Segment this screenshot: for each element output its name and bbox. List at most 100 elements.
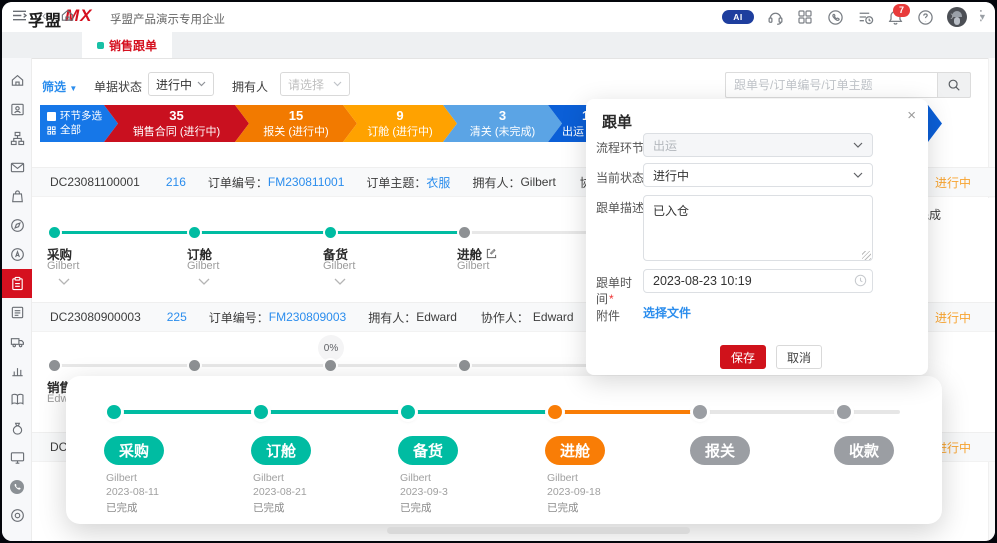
tab-more-icon[interactable]: ⋮ bbox=[974, 2, 988, 28]
time-field-label-2: 间* bbox=[596, 290, 614, 307]
order-id: DC23080900003 bbox=[50, 310, 141, 324]
sidebar-item-assistant[interactable] bbox=[2, 240, 32, 269]
search-input[interactable] bbox=[725, 72, 937, 98]
progress-bubble: 0% bbox=[318, 335, 344, 361]
edit-icon[interactable] bbox=[486, 248, 497, 259]
home-tab-icon[interactable] bbox=[60, 2, 75, 28]
notification-count-badge: 7 bbox=[893, 4, 910, 17]
sidebar-item-documents[interactable] bbox=[2, 298, 32, 327]
order-days-link[interactable]: 225 bbox=[167, 310, 187, 324]
step-dot[interactable] bbox=[459, 360, 470, 371]
owner-value: Edward bbox=[416, 310, 457, 324]
card-line bbox=[114, 410, 261, 414]
expand-step-icon[interactable] bbox=[334, 278, 346, 285]
card-step-person: Gilbert bbox=[253, 472, 284, 484]
stage-clearance[interactable]: 3清关 (未完成) bbox=[443, 105, 562, 142]
stage-customs[interactable]: 15报关 (进行中) bbox=[235, 105, 357, 142]
card-step-pill[interactable]: 采购 bbox=[104, 436, 164, 465]
card-step-pill[interactable]: 备货 bbox=[398, 436, 458, 465]
sidebar-item-monitor[interactable] bbox=[2, 443, 32, 472]
save-button[interactable]: 保存 bbox=[720, 345, 766, 369]
owner-filter-select[interactable]: 请选择 bbox=[280, 72, 350, 96]
order-no-link[interactable]: FM230811001 bbox=[268, 175, 345, 189]
sidebar-item-logistics[interactable] bbox=[2, 327, 32, 356]
sidebar-item-whatsapp[interactable] bbox=[2, 472, 32, 501]
card-step-status: 已完成 bbox=[400, 500, 432, 515]
description-textarea[interactable]: 已入仓 bbox=[643, 195, 873, 261]
checkbox[interactable] bbox=[47, 112, 56, 121]
stage-sales-contract[interactable]: 35销售合同 (进行中) bbox=[104, 105, 249, 142]
help-icon[interactable] bbox=[917, 9, 934, 26]
nav-back-icon[interactable]: ‹ bbox=[42, 2, 47, 28]
card-line bbox=[844, 410, 900, 414]
order-days-link[interactable]: 216 bbox=[166, 175, 186, 189]
stage-multi-select[interactable]: 环节多选 全部 bbox=[40, 105, 118, 142]
chevron-down-icon bbox=[197, 81, 206, 87]
order-no-label: 订单编号： bbox=[209, 309, 269, 326]
card-step-pill[interactable]: 进舱 bbox=[545, 436, 605, 465]
stage-select[interactable]: 出运 bbox=[643, 133, 873, 157]
status-select[interactable]: 进行中 bbox=[643, 163, 873, 187]
chevron-down-icon bbox=[853, 172, 863, 178]
cancel-button[interactable]: 取消 bbox=[776, 345, 822, 369]
resize-handle[interactable] bbox=[862, 251, 871, 260]
step-dot[interactable] bbox=[189, 360, 200, 371]
card-step-dot bbox=[254, 405, 268, 419]
step-dot[interactable] bbox=[49, 227, 60, 238]
expand-step-icon[interactable] bbox=[58, 278, 70, 285]
whatsapp-icon[interactable] bbox=[827, 9, 844, 26]
close-icon[interactable]: × bbox=[907, 107, 916, 124]
horizontal-scrollbar-thumb[interactable] bbox=[387, 527, 690, 534]
sidebar-item-finance[interactable] bbox=[2, 414, 32, 443]
collapse-menu-icon[interactable] bbox=[11, 2, 28, 28]
choose-file-link[interactable]: 选择文件 bbox=[643, 304, 691, 321]
sidebar-item-orders[interactable] bbox=[2, 182, 32, 211]
desc-field-label: 跟单描述 bbox=[596, 199, 644, 216]
sidebar-item-ledger[interactable] bbox=[2, 385, 32, 414]
card-step-pill[interactable]: 报关 bbox=[690, 436, 750, 465]
status-filter-select[interactable]: 进行中 bbox=[148, 72, 214, 96]
tab-color-dot bbox=[97, 42, 104, 49]
sidebar-item-follow-up[interactable] bbox=[2, 269, 32, 298]
order-status: 进行中 bbox=[935, 309, 971, 326]
search-button[interactable] bbox=[937, 72, 971, 98]
card-step-pill[interactable]: 收款 bbox=[834, 436, 894, 465]
order-no-link[interactable]: FM230809003 bbox=[269, 310, 346, 324]
sidebar-item-reports[interactable] bbox=[2, 356, 32, 385]
time-field-label: 跟单时 bbox=[596, 274, 632, 291]
step-dot[interactable] bbox=[459, 227, 470, 238]
step-dot[interactable] bbox=[49, 360, 60, 371]
sidebar-item-contacts[interactable] bbox=[2, 95, 32, 124]
search-icon bbox=[947, 78, 961, 92]
apps-grid-icon[interactable] bbox=[797, 9, 814, 26]
card-step-date: 2023-09-3 bbox=[400, 486, 448, 498]
sidebar-item-org-structure[interactable] bbox=[2, 124, 32, 153]
subject-link[interactable]: 衣服 bbox=[426, 174, 450, 191]
company-name: 孚盟产品演示专用企业 bbox=[110, 11, 225, 27]
step-person: Gilbert bbox=[323, 260, 355, 272]
time-input[interactable] bbox=[643, 269, 873, 293]
tab-sales-follow-up[interactable]: 销售跟单 bbox=[82, 32, 172, 58]
step-dot[interactable] bbox=[189, 227, 200, 238]
stage-booking[interactable]: 9订舱 (进行中) bbox=[343, 105, 457, 142]
order-id: DC23081100001 bbox=[50, 175, 140, 189]
subject-label: 订单主题： bbox=[366, 174, 426, 191]
task-list-icon[interactable] bbox=[857, 9, 874, 26]
card-step-status: 已完成 bbox=[253, 500, 285, 515]
step-dot[interactable] bbox=[325, 360, 336, 371]
expand-step-icon[interactable] bbox=[198, 278, 210, 285]
card-step-pill[interactable]: 订舱 bbox=[251, 436, 311, 465]
headset-support-icon[interactable] bbox=[767, 9, 784, 26]
sidebar-item-target[interactable] bbox=[2, 501, 32, 530]
header-actions: AI 7 ▾ bbox=[722, 2, 985, 32]
collaborator-label: 协作人： bbox=[481, 309, 529, 326]
sidebar-item-home[interactable] bbox=[2, 66, 32, 95]
nav-forward-icon[interactable]: › bbox=[950, 2, 955, 28]
step-dot[interactable] bbox=[325, 227, 336, 238]
card-line bbox=[408, 410, 555, 414]
filter-toggle[interactable]: 筛选 ▼ bbox=[42, 78, 77, 95]
ai-assistant-button[interactable]: AI bbox=[722, 10, 754, 24]
sidebar-item-discover[interactable] bbox=[2, 211, 32, 240]
sidebar-item-mail[interactable] bbox=[2, 153, 32, 182]
notification-bell-icon[interactable]: 7 bbox=[887, 9, 904, 26]
